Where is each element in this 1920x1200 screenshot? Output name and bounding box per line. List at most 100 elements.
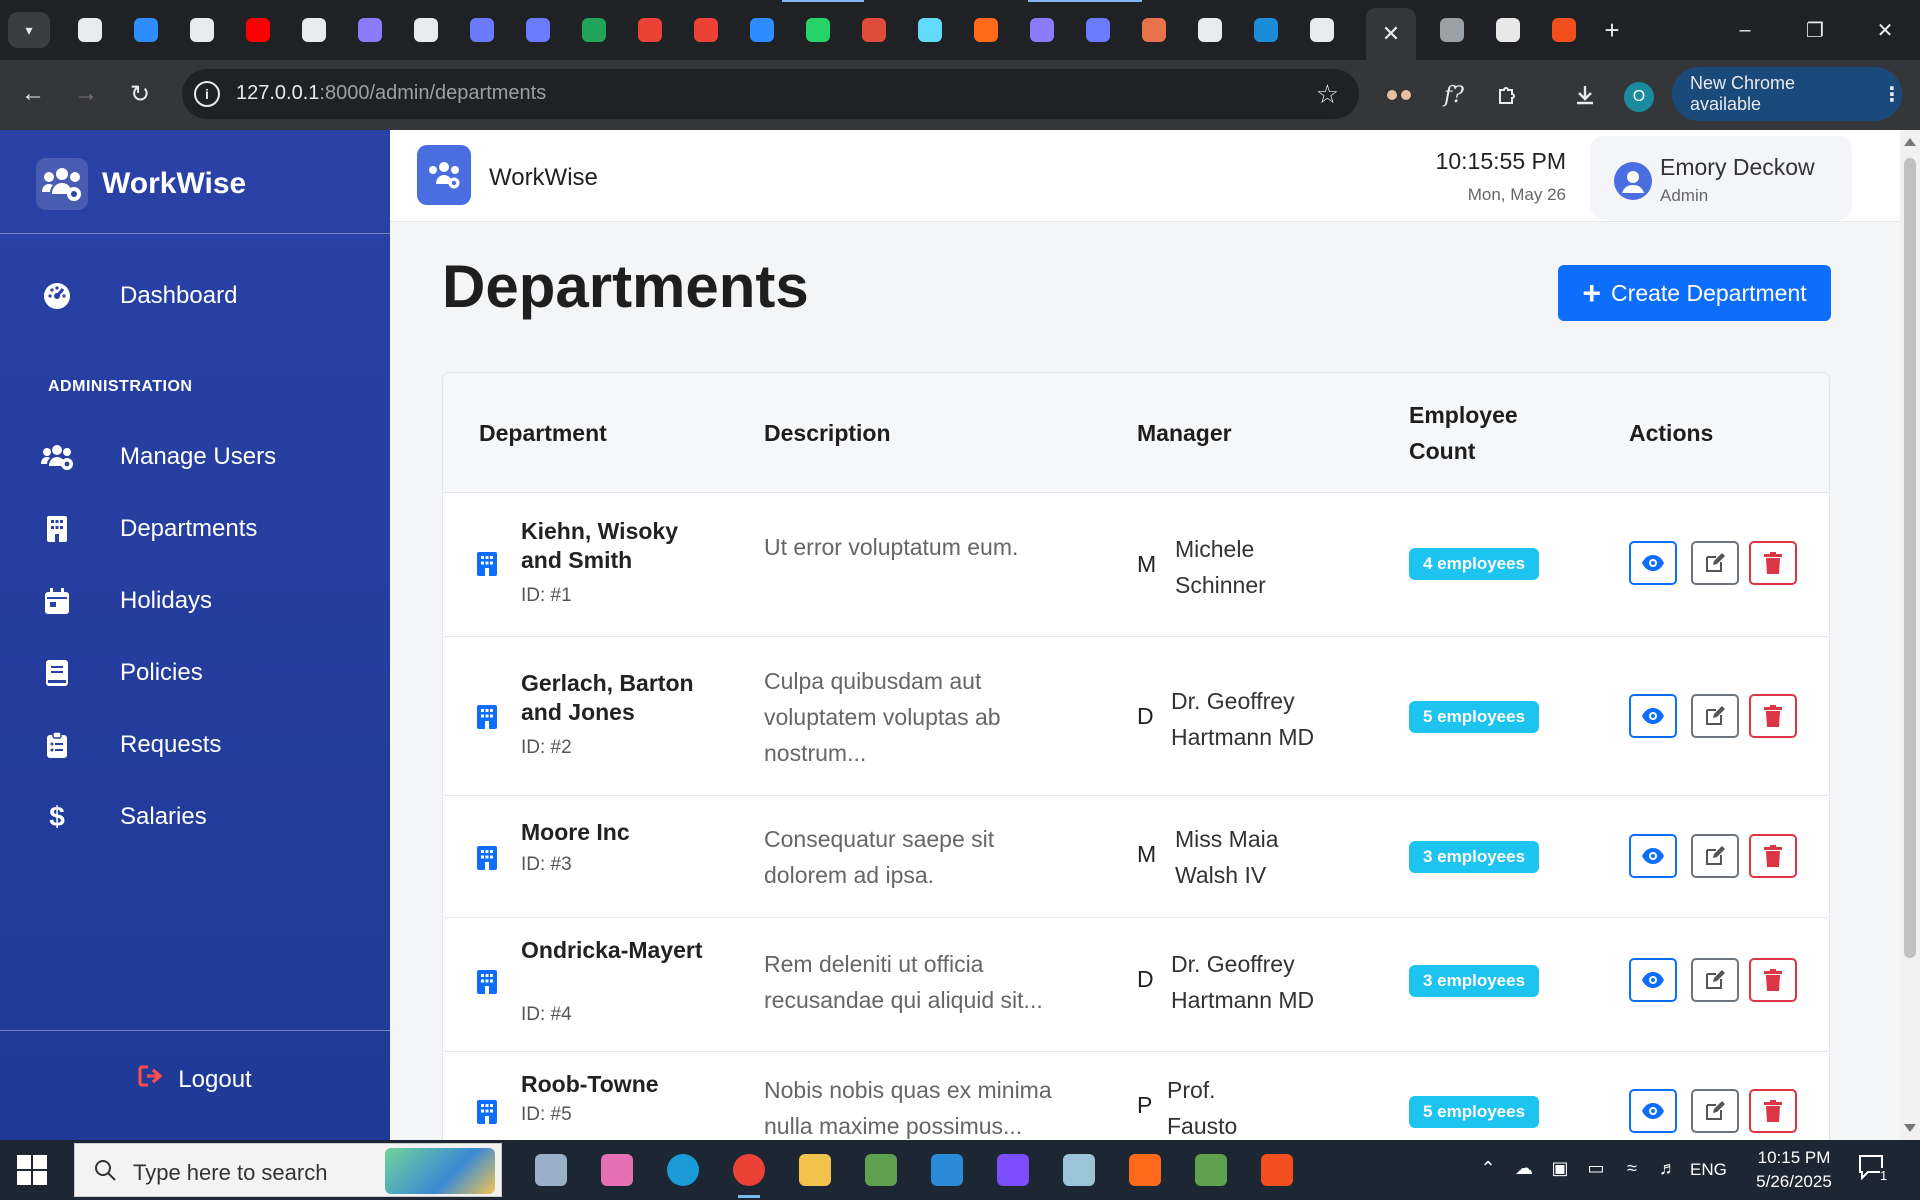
sidebar-item-policies[interactable]: Policies (0, 643, 390, 703)
browser-tab[interactable] (1424, 14, 1480, 46)
column-header-department[interactable]: Department (479, 415, 607, 451)
bookmark-star-icon[interactable]: ☆ (1316, 79, 1339, 110)
taskbar-app[interactable] (1046, 1148, 1112, 1192)
browser-tab[interactable] (1126, 14, 1182, 46)
view-button[interactable] (1629, 694, 1677, 738)
taskbar-app[interactable] (980, 1148, 1046, 1192)
tab-search-button[interactable]: ▾ (8, 12, 50, 48)
address-bar[interactable]: i 127.0.0.1:8000/admin/departments ☆ (182, 69, 1359, 119)
sidebar-item-departments[interactable]: Departments (0, 499, 390, 559)
view-button[interactable] (1629, 834, 1677, 878)
department-name[interactable]: Gerlach, Barton and Jones (521, 669, 706, 727)
browser-tab[interactable] (734, 14, 790, 46)
wifi-icon[interactable]: ≈ (1614, 1158, 1650, 1179)
browser-tab[interactable] (342, 14, 398, 46)
extension-formula-icon[interactable]: f? (1437, 78, 1471, 112)
edit-button[interactable] (1691, 1089, 1739, 1133)
taskbar-clock[interactable]: 10:15 PM 5/26/2025 (1744, 1146, 1844, 1194)
browser-tab[interactable] (454, 14, 510, 46)
profile-avatar[interactable]: O (1624, 82, 1654, 112)
department-name[interactable]: Ondricka-Mayert (521, 936, 706, 965)
taskbar-app[interactable] (1178, 1148, 1244, 1192)
display-icon[interactable]: ▣ (1542, 1158, 1578, 1179)
browser-tab[interactable] (846, 14, 902, 46)
restore-icon[interactable]: ❐ (1780, 0, 1850, 60)
column-header-employee-count[interactable]: Employee Count (1409, 397, 1518, 469)
sidebar-item-requests[interactable]: Requests (0, 715, 390, 775)
taskbar-app[interactable] (782, 1148, 848, 1192)
reload-icon[interactable]: ↻ (120, 74, 160, 114)
edit-button[interactable] (1691, 541, 1739, 585)
browser-tab[interactable] (790, 14, 846, 46)
browser-tab[interactable] (902, 14, 958, 46)
view-button[interactable] (1629, 541, 1677, 585)
taskbar-app[interactable] (848, 1148, 914, 1192)
delete-button[interactable] (1749, 694, 1797, 738)
browser-tab[interactable] (118, 14, 174, 46)
cloud-icon[interactable]: ☁ (1506, 1158, 1542, 1179)
sidebar-item-holidays[interactable]: Holidays (0, 571, 390, 631)
taskbar-app[interactable] (518, 1148, 584, 1192)
minimize-icon[interactable]: – (1710, 0, 1780, 60)
active-tab-close-icon[interactable]: ✕ (1366, 8, 1416, 60)
taskbar-app[interactable] (650, 1148, 716, 1192)
taskbar-search[interactable]: Type here to search (74, 1143, 502, 1197)
browser-tab[interactable] (230, 14, 286, 46)
browser-tab[interactable] (398, 14, 454, 46)
browser-tab[interactable] (566, 14, 622, 46)
taskbar-app[interactable] (914, 1148, 980, 1192)
scrollbar-thumb[interactable] (1904, 158, 1916, 958)
site-info-icon[interactable]: i (194, 81, 220, 107)
back-arrow-icon[interactable]: ← (13, 74, 53, 114)
view-button[interactable] (1629, 958, 1677, 1002)
view-button[interactable] (1629, 1089, 1677, 1133)
edit-button[interactable] (1691, 958, 1739, 1002)
delete-button[interactable] (1749, 958, 1797, 1002)
taskbar-app[interactable] (1112, 1148, 1178, 1192)
browser-tab[interactable] (1294, 14, 1350, 46)
browser-tab[interactable] (174, 14, 230, 46)
language-indicator[interactable]: ENG (1690, 1160, 1727, 1180)
windows-start-icon[interactable] (16, 1154, 48, 1186)
page-scrollbar[interactable] (1900, 130, 1920, 1140)
browser-tab[interactable] (1238, 14, 1294, 46)
column-header-manager[interactable]: Manager (1137, 415, 1232, 451)
delete-button[interactable] (1749, 1089, 1797, 1133)
browser-tab[interactable] (1182, 14, 1238, 46)
scroll-down-arrow-icon[interactable] (1904, 1124, 1916, 1132)
delete-button[interactable] (1749, 834, 1797, 878)
browser-tab[interactable] (62, 14, 118, 46)
chevron-up-icon[interactable]: ⌃ (1470, 1158, 1506, 1179)
browser-tab[interactable] (678, 14, 734, 46)
browser-tab[interactable] (1070, 14, 1126, 46)
browser-tab[interactable] (286, 14, 342, 46)
department-name[interactable]: Roob-Towne (521, 1070, 706, 1099)
browser-tab[interactable] (958, 14, 1014, 46)
forward-arrow-icon[interactable]: → (66, 74, 106, 114)
taskbar-app[interactable] (716, 1148, 782, 1198)
column-header-description[interactable]: Description (764, 415, 891, 451)
downloads-icon[interactable] (1568, 78, 1602, 112)
extensions-puzzle-icon[interactable] (1491, 78, 1525, 112)
edit-button[interactable] (1691, 834, 1739, 878)
user-profile-card[interactable]: Emory Deckow Admin (1590, 136, 1852, 220)
sidebar-item-dashboard[interactable]: Dashboard (0, 266, 390, 326)
department-name[interactable]: Kiehn, Wisoky and Smith (521, 517, 706, 575)
edit-button[interactable] (1691, 694, 1739, 738)
battery-icon[interactable]: ▭ (1578, 1158, 1614, 1179)
browser-tab[interactable] (1014, 14, 1070, 46)
department-name[interactable]: Moore Inc (521, 818, 706, 847)
sidebar-item-salaries[interactable]: $ Salaries (0, 787, 390, 847)
close-window-icon[interactable]: ✕ (1850, 0, 1920, 60)
delete-button[interactable] (1749, 541, 1797, 585)
browser-tab[interactable] (1536, 14, 1592, 46)
new-tab-button[interactable]: + (1594, 14, 1630, 46)
create-department-button[interactable]: + Create Department (1558, 265, 1831, 321)
volume-icon[interactable]: ♬ (1650, 1158, 1686, 1179)
browser-tab[interactable] (622, 14, 678, 46)
taskbar-app[interactable] (584, 1148, 650, 1192)
logout-button[interactable]: Logout (0, 1065, 390, 1094)
notification-icon[interactable]: 1 (1858, 1154, 1888, 1183)
taskbar-app[interactable] (1244, 1148, 1310, 1192)
extension-glasses-icon[interactable] (1382, 78, 1416, 112)
